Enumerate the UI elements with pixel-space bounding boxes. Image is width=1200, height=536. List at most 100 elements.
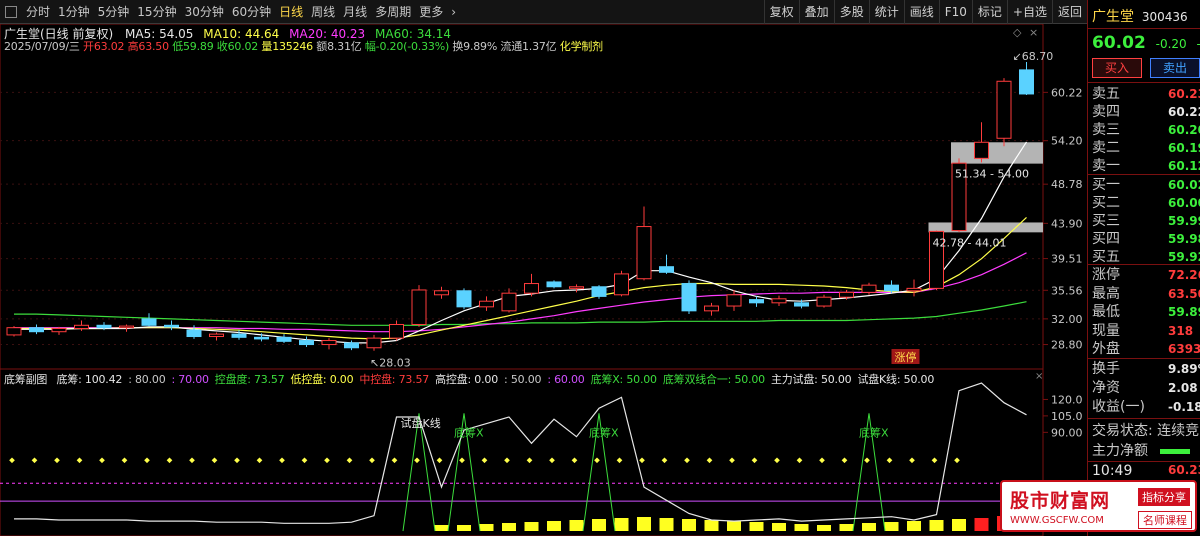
quote-label: 买二 xyxy=(1092,195,1120,211)
candle-body xyxy=(749,299,764,304)
toolbar-button[interactable]: 返回 xyxy=(1051,0,1087,24)
toolbar-button[interactable]: +自选 xyxy=(1006,0,1052,24)
watermark-title: 股市财富网 xyxy=(1010,490,1111,512)
candle-body xyxy=(569,286,584,289)
indicator-value: 试盘K线: 50.00 xyxy=(857,373,935,386)
period-tab[interactable]: 5分钟 xyxy=(94,0,134,24)
candle-body xyxy=(794,302,809,307)
period-tab[interactable]: 15分钟 xyxy=(133,0,180,24)
signal-dot xyxy=(549,457,555,464)
divider xyxy=(1088,28,1200,29)
indicator-bar xyxy=(929,520,944,531)
candle-body xyxy=(839,291,854,298)
signal-dot xyxy=(481,457,488,464)
signal-dot xyxy=(504,457,510,464)
signal-dot xyxy=(324,457,330,464)
divider xyxy=(1088,174,1200,175)
signal-dot xyxy=(279,457,285,464)
indicator-value: 底筹: 100.42 xyxy=(56,373,123,386)
stock-app: 分时 1分钟 5分钟 15分钟 30分钟 60分钟 日线 周线 月线 多周期 更多 › 复权 叠加 多股统… xyxy=(0,0,1200,536)
period-tab[interactable]: 60分钟 xyxy=(228,0,275,24)
period-tab[interactable]: 30分钟 xyxy=(181,0,228,24)
sub-tick-label: 120.0 xyxy=(1051,393,1083,406)
quote-panel: 广生堂 300436 60.02 -0.20 -0 买入 卖出 卖五60.23卖… xyxy=(1087,0,1200,536)
toolbar-button[interactable]: 画线 xyxy=(903,0,939,24)
sell-button[interactable]: 卖出 xyxy=(1150,58,1200,78)
function-buttons: 复权 叠加 多股 统计 画线 F10 标记 +自选 返回 xyxy=(763,0,1087,24)
tick-time: 10:49 xyxy=(1092,463,1133,479)
stock-code: 300436 xyxy=(1141,10,1188,24)
indicator-legend: 底筹副图 底筹: 100.42: 80.00: 70.00 控盘度: 73.57 低… xyxy=(4,371,934,387)
quote-value: 60.02 xyxy=(1168,178,1200,192)
price-change: -0.20 xyxy=(1155,37,1187,51)
buy-button[interactable]: 买入 xyxy=(1092,58,1142,78)
diamond-icon: ◇ xyxy=(1013,26,1022,39)
candle-body xyxy=(974,141,989,159)
quote-value: 60.20 xyxy=(1168,123,1200,137)
toolbar-button[interactable]: 复权 xyxy=(763,0,799,24)
quote-label: 收益(一) xyxy=(1092,399,1145,415)
period-tab[interactable]: 更多 xyxy=(415,0,447,24)
sub-indicator-chart[interactable]: 120.0 105.0 90.00 试盘K线底筹X 底筹X 底筹X × xyxy=(0,369,1087,536)
toolbar-button[interactable]: 标记 xyxy=(971,0,1007,24)
candle-body xyxy=(299,340,314,346)
signal-dot xyxy=(594,457,600,464)
candle-body xyxy=(636,226,652,280)
period-tab[interactable]: 周线 xyxy=(307,0,339,24)
indicator-bar xyxy=(907,521,921,531)
candle-body xyxy=(321,340,337,346)
price-tick-label: 43.90 xyxy=(1051,217,1083,230)
watermark-badge-share: 指标分享 xyxy=(1138,488,1190,506)
indicator-bar xyxy=(457,525,471,531)
limit-up-label: 涨停 xyxy=(895,350,917,364)
signal-dot xyxy=(144,457,150,464)
toolbar-button[interactable]: 多股 xyxy=(833,0,869,24)
candle-body xyxy=(479,300,494,308)
divider xyxy=(1088,82,1200,83)
turnover-label: 换9.89% xyxy=(452,40,498,53)
trade-status: 交易状态: 连续竞 xyxy=(1092,423,1200,439)
sub-chart-title: 底筹副图 xyxy=(4,373,48,386)
quote-value: 9.89% xyxy=(1168,362,1200,376)
candle-body xyxy=(434,290,449,296)
divider xyxy=(1088,264,1200,265)
quote-label: 现量 xyxy=(1092,322,1120,339)
quote-label: 涨停 xyxy=(1092,267,1120,283)
candle-body xyxy=(614,273,629,296)
period-tab[interactable]: 日线 xyxy=(275,0,307,24)
toolbar-button[interactable]: 统计 xyxy=(868,0,904,24)
kline-chart[interactable]: 60.22 54.20 48.78 43.90 39.51 35.56 32.00 28.80… xyxy=(0,24,1087,369)
tick-row: 10:49 60.23 xyxy=(1092,463,1200,479)
quote-label: 卖四 xyxy=(1092,104,1120,120)
period-tab[interactable]: 月线 xyxy=(339,0,371,24)
period-tab[interactable]: 1分钟 xyxy=(54,0,94,24)
quote-label: 卖三 xyxy=(1092,122,1120,138)
chevron-right-icon[interactable]: › xyxy=(447,0,460,24)
indicator-bar xyxy=(547,521,561,531)
quote-value: 318 xyxy=(1168,323,1194,338)
window-toggle-icon[interactable] xyxy=(5,5,17,18)
indicator-bar xyxy=(479,524,494,531)
signal-dot xyxy=(301,457,308,464)
price-tick-label: 54.20 xyxy=(1051,135,1083,148)
zone-label: 42.78 - 44.01 xyxy=(933,236,1007,249)
signal-dot xyxy=(751,457,758,464)
indicator-bar xyxy=(524,522,539,531)
indicator-bar xyxy=(502,523,516,531)
signal-dot xyxy=(459,457,465,464)
toolbar-button[interactable]: 叠加 xyxy=(798,0,834,24)
candle-body xyxy=(74,324,89,329)
indicator-value: 中控盘: 73.57 xyxy=(359,373,430,386)
candle-body xyxy=(209,333,224,338)
indicator-value: 低控盘: 0.00 xyxy=(290,373,354,386)
volume-label: 量135246 xyxy=(261,40,313,53)
quote-value: 60.23 xyxy=(1168,87,1200,101)
period-tab[interactable]: 多周期 xyxy=(371,0,415,24)
candle-body xyxy=(119,325,134,329)
indicator-bar xyxy=(862,523,876,531)
divider xyxy=(1088,461,1200,462)
quote-row: 卖四 60.22 xyxy=(1092,103,1200,121)
period-tab[interactable]: 分时 xyxy=(22,0,54,24)
quote-row: 买一 60.02 xyxy=(1092,176,1200,194)
toolbar-button[interactable]: F10 xyxy=(938,0,972,24)
